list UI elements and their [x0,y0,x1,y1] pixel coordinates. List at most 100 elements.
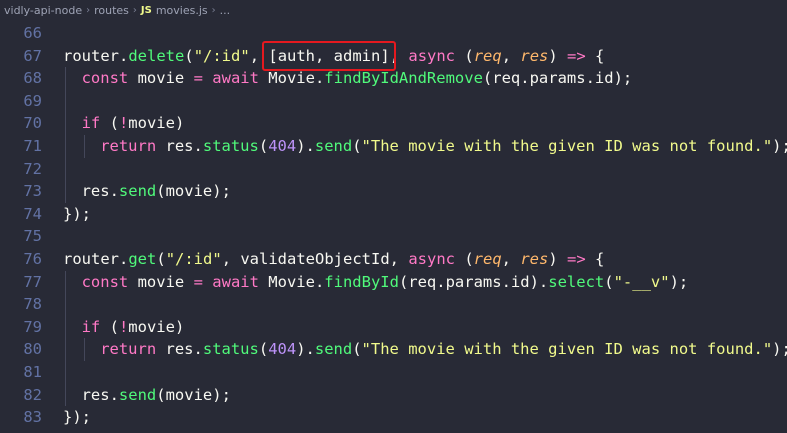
indent-guide [65,135,66,158]
code-token: status [202,340,259,359]
code-token: status [202,137,259,155]
line-number: 68 [23,69,42,88]
code-token: send [118,182,157,201]
indent-guide [83,135,85,158]
line-number: 72 [23,159,42,178]
code-text[interactable]: router.get("/:id", validateObjectId, asy… [63,248,604,271]
code-text[interactable]: router.delete("/:id", [auth, admin], asy… [63,45,604,68]
code-token: [auth, admin] [268,46,390,65]
code-text[interactable]: return res.status(404).send("The movie w… [100,135,787,158]
code-token: "/:id" [165,250,222,268]
code-line[interactable]: 83}); [0,406,787,429]
code-token: ( [352,340,362,359]
code-token: res. [81,385,119,404]
code-token: movie [128,69,194,88]
line-number: 70 [23,114,42,133]
code-token: ( [455,46,474,65]
code-token: = [193,69,203,88]
code-text[interactable]: const movie = await Movie.findByIdAndRem… [82,67,633,90]
code-token: , [389,46,409,65]
code-token: ( [184,46,194,65]
code-token: const [81,69,129,88]
code-editor[interactable]: vidly-api-node › routes › JS movies.js ›… [0,0,787,433]
indent-guide [65,157,66,181]
code-line[interactable]: 73 res.send(movie); [0,180,787,203]
indent-guide [65,180,66,203]
code-token: Movie. [258,69,325,88]
code-token: ( [455,250,474,268]
code-token: ( [100,114,119,133]
code-token: return [100,340,157,359]
code-token: send [314,340,353,359]
code-token: { [585,250,605,268]
code-token: ); [669,272,689,291]
code-token: ( [100,317,119,336]
javascript-file-icon: JS [140,4,152,16]
code-token: res. [156,137,203,155]
code-line[interactable]: 78 [0,293,787,316]
code-token: => [567,250,586,268]
code-line[interactable]: 68 const movie = await Movie.findByIdAndR… [0,67,787,90]
code-line[interactable]: 77 const movie = await Movie.findById(req… [0,270,787,294]
code-token: movie [128,272,194,291]
code-text[interactable]: }); [63,406,91,429]
code-text[interactable]: }); [63,203,91,226]
code-token: (movie); [156,182,231,201]
code-token: async [408,46,456,65]
code-token: = [193,272,203,291]
code-text[interactable]: const movie = await Movie.findById(req.p… [82,271,689,294]
code-line[interactable]: 72 [0,157,787,181]
code-line[interactable]: 75 [0,225,787,248]
code-line[interactable]: 80 return res.status(404).send("The movie… [0,338,787,361]
code-token: ! [118,317,129,336]
code-text[interactable]: if (!movie) [82,112,185,135]
breadcrumb-more[interactable]: ... [220,4,231,17]
code-token: (req.params.id). [398,272,549,291]
indent-guide [65,67,66,90]
code-token: ) [548,46,568,65]
code-token: movie) [128,317,185,336]
code-token: "The movie with the given ID was not fou… [361,137,773,155]
code-line[interactable]: 69 [0,89,787,113]
code-token: 404 [268,137,297,155]
line-number: 71 [23,137,42,155]
code-token: "The movie with the given ID was not fou… [361,340,773,359]
breadcrumb-file[interactable]: movies.js [156,4,208,17]
code-token: ( [258,137,269,155]
code-token: async [408,250,455,268]
code-token: => [567,46,586,65]
code-token: req [473,250,502,268]
code-line[interactable]: 66 [0,22,787,45]
line-number: 81 [23,363,42,381]
code-token: ( [258,340,269,359]
code-token: select [548,272,605,291]
code-line[interactable]: 67 router.delete("/:id", [auth, admin], a… [0,45,787,68]
code-token: ( [352,137,362,155]
line-number: 69 [23,91,42,110]
code-token: 404 [268,340,297,359]
code-text[interactable]: res.send(movie); [82,384,231,407]
code-line[interactable]: 82 res.send(movie); [0,383,787,407]
code-token: req [473,46,502,65]
code-text[interactable]: res.send(movie); [82,180,231,203]
code-line[interactable]: 70 if (!movie) [0,112,787,135]
code-line[interactable]: 74}); [0,203,787,226]
line-number: 78 [23,295,42,314]
code-token: (req.params.id); [482,69,633,88]
code-text[interactable]: if (!movie) [82,316,185,339]
code-line[interactable]: 76 router.get("/:id", validateObjectId, a… [0,248,787,271]
code-token: , [501,250,521,268]
code-token: return [100,137,157,155]
code-token: ); [772,340,787,359]
indent-guide [65,293,66,316]
breadcrumb-folder[interactable]: routes [94,4,129,17]
code-line[interactable]: 71 return res.status(404).send("The movie… [0,135,787,158]
breadcrumb-project[interactable]: vidly-api-node [4,4,82,17]
code-line[interactable]: 79 if (!movie) [0,315,787,339]
code-text[interactable]: return res.status(404).send("The movie w… [100,338,787,361]
code-token: router [63,46,119,65]
code-line[interactable]: 81 [0,361,787,384]
chevron-right-icon: › [86,4,91,16]
code-token: ! [118,114,129,133]
